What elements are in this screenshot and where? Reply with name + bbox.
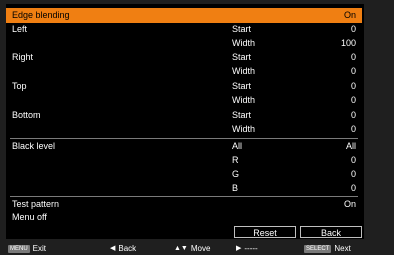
menu-item-top[interactable]: Top Start 0 — [6, 79, 362, 94]
menu-item-right-width[interactable]: Width 0 — [6, 64, 362, 79]
left-label: Left — [12, 24, 28, 34]
black-level-g-value: 0 — [350, 169, 356, 179]
top-width-label: Width — [232, 95, 256, 105]
right-start-value: 0 — [350, 52, 356, 62]
footer-move: ▲▼ Move — [174, 243, 210, 254]
bottom-start-value: 0 — [350, 110, 356, 120]
footer-back: ◀ Back — [110, 243, 136, 254]
menu-item-black-level-g[interactable]: G 0 — [6, 167, 362, 182]
black-level-all-value: All — [345, 141, 356, 151]
menu-item-black-level-b[interactable]: B 0 — [6, 181, 362, 196]
right-start-label: Start — [232, 52, 252, 62]
footer-right-label: ----- — [244, 244, 258, 253]
up-down-arrow-icon: ▲▼ — [174, 245, 188, 252]
footer-move-label: Move — [190, 244, 211, 253]
menu-off-label: Menu off — [12, 212, 47, 222]
right-width-label: Width — [232, 66, 256, 76]
menu-item-black-level-r[interactable]: R 0 — [6, 153, 362, 168]
top-width-value: 0 — [350, 95, 356, 105]
edge-blending-value: On — [343, 10, 356, 20]
bottom-width-label: Width — [232, 124, 256, 134]
select-key-icon: SELECT — [304, 244, 332, 253]
menu-item-left-width[interactable]: Width 100 — [6, 36, 362, 51]
menu-item-left[interactable]: Left Start 0 — [6, 22, 362, 37]
footer-right: ▶ ----- — [236, 243, 258, 254]
right-arrow-icon: ▶ — [236, 245, 242, 252]
top-start-label: Start — [232, 81, 252, 91]
menu-item-menu-off[interactable]: Menu off — [6, 210, 362, 225]
key-guide-bar: MENU Exit ◀ Back ▲▼ Move ▶ ----- SELECT … — [6, 243, 364, 254]
left-start-value: 0 — [350, 24, 356, 34]
left-arrow-icon: ◀ — [110, 245, 116, 252]
menu-item-bottom-width[interactable]: Width 0 — [6, 122, 362, 137]
top-start-value: 0 — [350, 81, 356, 91]
footer-back-label: Back — [118, 244, 137, 253]
bottom-width-value: 0 — [350, 124, 356, 134]
black-level-all-label: All — [232, 141, 243, 151]
black-level-g-label: G — [232, 169, 240, 179]
menu-item-top-width[interactable]: Width 0 — [6, 93, 362, 108]
bottom-start-label: Start — [232, 110, 252, 120]
left-width-label: Width — [232, 38, 256, 48]
top-label: Top — [12, 81, 27, 91]
menu-item-right[interactable]: Right Start 0 — [6, 50, 362, 65]
footer-exit-label: Exit — [32, 244, 47, 253]
black-level-label: Black level — [12, 141, 56, 151]
edge-blending-label: Edge blending — [12, 10, 70, 20]
footer-exit: MENU Exit — [8, 243, 46, 254]
right-label: Right — [12, 52, 34, 62]
left-width-value: 100 — [340, 38, 356, 48]
black-level-b-label: B — [232, 183, 239, 193]
menu-key-icon: MENU — [8, 244, 30, 253]
footer-next: SELECT Next — [304, 243, 351, 254]
black-level-r-value: 0 — [350, 155, 356, 165]
reset-button[interactable]: Reset — [234, 226, 296, 238]
menu-item-black-level[interactable]: Black level All All — [6, 139, 362, 154]
back-button[interactable]: Back — [300, 226, 362, 238]
menu-item-edge-blending[interactable]: Edge blending On — [6, 8, 362, 23]
left-start-label: Start — [232, 24, 252, 34]
footer-next-label: Next — [334, 244, 351, 253]
menu-item-bottom[interactable]: Bottom Start 0 — [6, 108, 362, 123]
right-width-value: 0 — [350, 66, 356, 76]
bottom-label: Bottom — [12, 110, 41, 120]
black-level-b-value: 0 — [350, 183, 356, 193]
black-level-r-label: R — [232, 155, 239, 165]
